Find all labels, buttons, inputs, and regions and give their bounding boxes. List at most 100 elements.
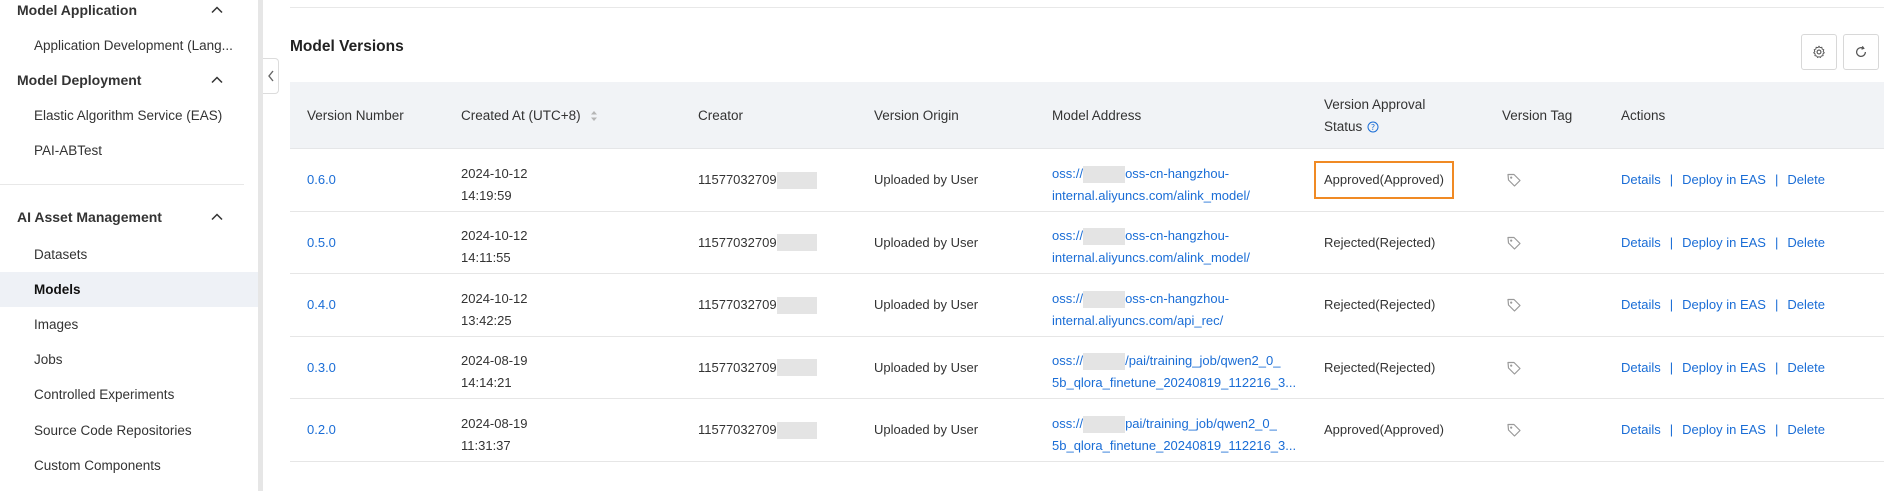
tag-icon[interactable]: [1506, 235, 1522, 251]
version-origin: Uploaded by User: [874, 359, 979, 375]
approval-status: Rejected(Rejected): [1324, 359, 1436, 375]
chevron-left-icon: [267, 70, 274, 82]
approval-status: Approved(Approved): [1324, 422, 1444, 438]
section-title: Model Deployment: [17, 72, 142, 88]
section-model-deployment[interactable]: Model Deployment: [0, 63, 258, 97]
svg-text:?: ?: [1371, 123, 1375, 132]
delete-link[interactable]: Delete: [1787, 232, 1825, 254]
version-number-link[interactable]: 0.6.0: [307, 149, 336, 212]
version-number-link[interactable]: 0.2.0: [307, 399, 336, 462]
delete-link[interactable]: Delete: [1787, 169, 1825, 191]
sidebar-item-images[interactable]: Images: [0, 307, 258, 342]
table-row: 0.4.0 2024-10-12 13:42:25 11577032709 Upl…: [290, 274, 1884, 337]
created-at: 2024-08-19 14:14:21: [461, 353, 528, 391]
model-address-link[interactable]: oss://oss-cn-hangzhou- internal.aliyuncs…: [1052, 149, 1250, 212]
deploy-in-eas-link[interactable]: Deploy in EAS: [1682, 357, 1766, 379]
version-tag-cell: [1506, 399, 1522, 462]
details-link[interactable]: Details: [1621, 294, 1661, 316]
section-title: AI Asset Management: [17, 209, 162, 225]
details-link[interactable]: Details: [1621, 169, 1661, 191]
sidebar-item-jobs[interactable]: Jobs: [0, 342, 258, 377]
model-versions-table: Version Number Created At (UTC+8) Creato…: [290, 82, 1884, 462]
creator: 11577032709: [698, 149, 817, 212]
model-address-link[interactable]: oss://oss-cn-hangzhou- internal.aliyuncs…: [1052, 274, 1229, 337]
table-row: 0.5.0 2024-10-12 14:11:55 11577032709 Upl…: [290, 212, 1884, 275]
sidebar-item-datasets[interactable]: Datasets: [0, 237, 258, 272]
details-link[interactable]: Details: [1621, 357, 1661, 379]
redaction-mask: [776, 421, 817, 439]
chevron-up-icon[interactable]: [210, 210, 224, 224]
version-tag-cell: [1506, 274, 1522, 337]
sidebar-item-models[interactable]: Models: [0, 272, 258, 307]
deploy-in-eas-link[interactable]: Deploy in EAS: [1682, 232, 1766, 254]
refresh-button[interactable]: [1843, 34, 1879, 70]
settings-button[interactable]: [1801, 34, 1837, 70]
sidebar-item-pai-abtest[interactable]: PAI-ABTest: [0, 133, 258, 168]
column-header-creator: Creator: [698, 108, 744, 123]
row-actions: Details | Deploy in EAS | Delete: [1621, 212, 1825, 275]
column-header-created-at[interactable]: Created At (UTC+8): [461, 82, 599, 149]
page-title: Model Versions: [290, 38, 404, 55]
column-header-approval-status: Version Approval Status ?: [1324, 96, 1426, 134]
version-tag-cell: [1506, 212, 1522, 275]
highlighted-status: Approved(Approved): [1314, 161, 1454, 200]
sidebar-item-controlled-experiments[interactable]: Controlled Experiments: [0, 377, 258, 412]
action-separator: |: [1669, 422, 1674, 438]
column-header-version-origin: Version Origin: [874, 108, 959, 123]
deploy-in-eas-link[interactable]: Deploy in EAS: [1682, 169, 1766, 191]
details-link[interactable]: Details: [1621, 232, 1661, 254]
redaction-mask: [1083, 290, 1126, 308]
sort-icon[interactable]: [589, 108, 599, 124]
gear-icon: [1813, 45, 1825, 59]
column-header-model-address: Model Address: [1052, 108, 1142, 123]
creator: 11577032709: [698, 399, 817, 462]
action-separator: |: [1774, 172, 1779, 188]
table-row: 0.3.0 2024-08-19 14:14:21 11577032709 Upl…: [290, 337, 1884, 400]
sidebar-divider: [0, 184, 244, 185]
column-header-actions: Actions: [1621, 108, 1666, 123]
model-address-link[interactable]: oss://oss-cn-hangzhou- internal.aliyuncs…: [1052, 212, 1250, 275]
tag-icon[interactable]: [1506, 422, 1522, 438]
version-number-link[interactable]: 0.3.0: [307, 337, 336, 400]
delete-link[interactable]: Delete: [1787, 419, 1825, 441]
delete-link[interactable]: Delete: [1787, 294, 1825, 316]
delete-link[interactable]: Delete: [1787, 357, 1825, 379]
chevron-up-icon[interactable]: [210, 73, 224, 87]
approval-status: Approved(Approved): [1314, 149, 1454, 212]
help-icon[interactable]: ?: [1367, 121, 1379, 133]
redaction-mask: [776, 296, 817, 314]
deploy-in-eas-link[interactable]: Deploy in EAS: [1682, 294, 1766, 316]
sidebar-item-custom-components[interactable]: Custom Components: [0, 448, 258, 483]
tag-icon[interactable]: [1506, 297, 1522, 313]
action-separator: |: [1774, 234, 1779, 250]
details-link[interactable]: Details: [1621, 419, 1661, 441]
deploy-in-eas-link[interactable]: Deploy in EAS: [1682, 419, 1766, 441]
action-separator: |: [1669, 359, 1674, 375]
chevron-up-icon[interactable]: [210, 3, 224, 17]
section-model-application[interactable]: Model Application: [0, 0, 258, 27]
created-at: 2024-10-12 14:19:59: [461, 165, 528, 203]
action-separator: |: [1669, 234, 1674, 250]
model-address-link[interactable]: oss://pai/training_job/qwen2_0_ 5b_qlora…: [1052, 399, 1296, 462]
version-origin: Uploaded by User: [874, 172, 979, 188]
action-separator: |: [1669, 297, 1674, 313]
version-number-link[interactable]: 0.4.0: [307, 274, 336, 337]
sidebar-item-source-code-repositories[interactable]: Source Code Repositories: [0, 413, 258, 448]
tag-icon[interactable]: [1506, 360, 1522, 376]
version-number-link[interactable]: 0.5.0: [307, 212, 336, 275]
tag-icon[interactable]: [1506, 172, 1522, 188]
action-separator: |: [1774, 297, 1779, 313]
section-ai-asset-management[interactable]: AI Asset Management: [0, 200, 258, 234]
sidebar-item-eas[interactable]: Elastic Algorithm Service (EAS): [0, 98, 258, 133]
action-separator: |: [1774, 359, 1779, 375]
collapse-sidebar-button[interactable]: [263, 58, 279, 94]
version-origin: Uploaded by User: [874, 422, 979, 438]
model-address-link[interactable]: oss:///pai/training_job/qwen2_0_ 5b_qlor…: [1052, 337, 1296, 400]
sidebar-item-application-development[interactable]: Application Development (Lang...: [0, 28, 258, 63]
redaction-mask: [776, 359, 817, 377]
section-title: Model Application: [17, 2, 138, 18]
column-header-version-number: Version Number: [307, 108, 404, 123]
table-row: 0.2.0 2024-08-19 11:31:37 11577032709 Upl…: [290, 399, 1884, 462]
version-tag-cell: [1506, 149, 1522, 212]
refresh-icon: [1856, 45, 1866, 57]
